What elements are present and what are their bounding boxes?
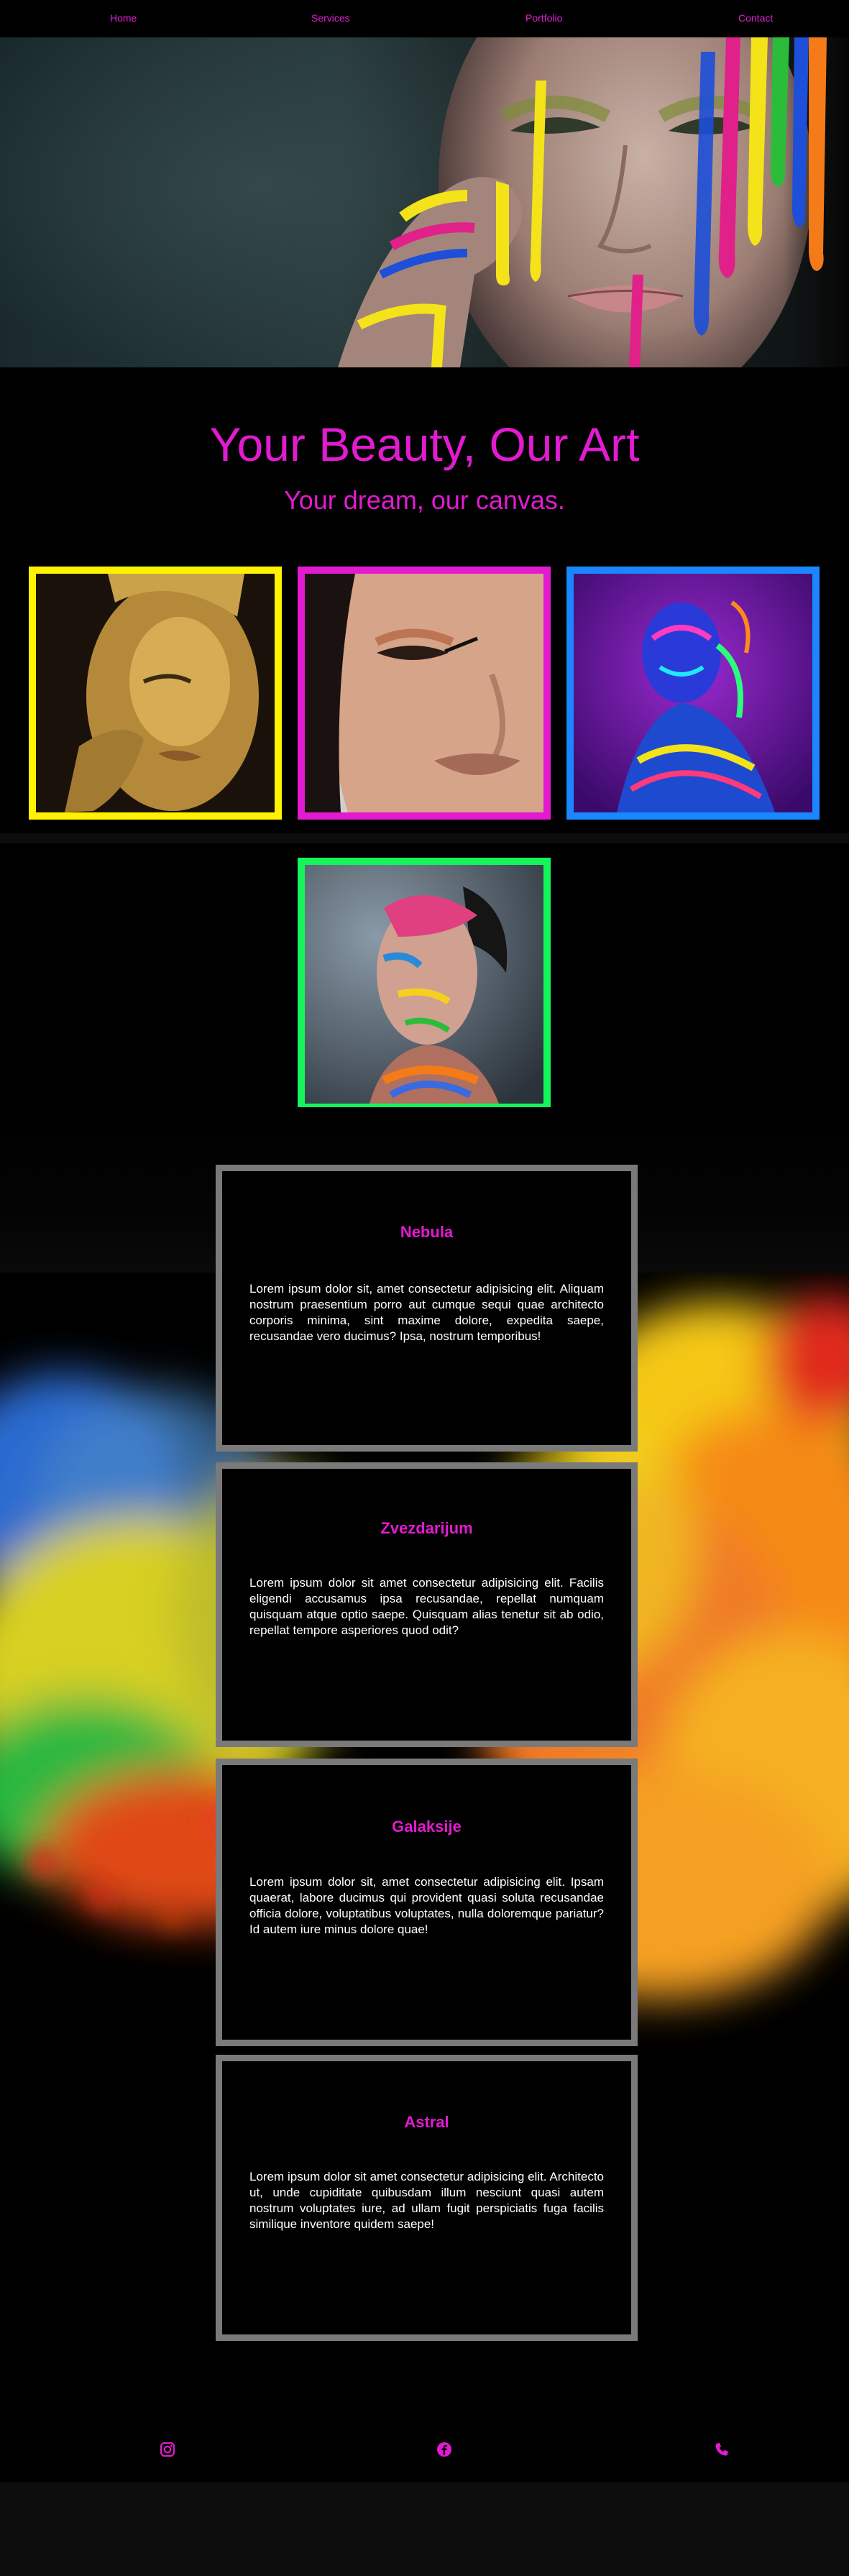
- card-text: Lorem ipsum dolor sit amet consectetur a…: [249, 2170, 604, 2231]
- card-text: Lorem ipsum dolor sit, amet consectetur …: [249, 1875, 604, 1936]
- facebook-icon[interactable]: [436, 2442, 452, 2457]
- hero-face-paint-image: [338, 37, 849, 367]
- info-card-zvezdarijum: Zvezdarijum Lorem ipsum dolor sit amet c…: [216, 1462, 638, 1747]
- card-title: Nebula: [400, 1223, 454, 1241]
- phone-icon[interactable]: [714, 2442, 730, 2457]
- glam-eyeliner-portrait-image: [305, 574, 543, 812]
- gallery-item-glam-eyeliner[interactable]: [298, 567, 551, 820]
- nav-link-services[interactable]: Services: [311, 12, 350, 24]
- multicolor-face-paint-image: [305, 865, 543, 1104]
- page-title: Your Beauty, Our Art: [209, 418, 640, 471]
- card-text: Lorem ipsum dolor sit, amet consectetur …: [249, 1282, 604, 1343]
- nav-link-portfolio[interactable]: Portfolio: [526, 12, 562, 24]
- card-title: Zvezdarijum: [380, 1519, 473, 1537]
- info-card-galaksije: Galaksije Lorem ipsum dolor sit, amet co…: [216, 1759, 638, 2046]
- nav-link-contact[interactable]: Contact: [738, 12, 773, 24]
- gold-makeup-portrait-image: [36, 574, 275, 812]
- info-card-nebula: Nebula Lorem ipsum dolor sit, amet conse…: [216, 1165, 638, 1452]
- card-text: Lorem ipsum dolor sit amet consectetur a…: [249, 1576, 604, 1637]
- neon-uv-body-paint-image: [574, 574, 812, 812]
- hero-banner: [0, 37, 849, 367]
- gallery-item-neon-body-paint[interactable]: [566, 567, 820, 820]
- gallery-item-multicolor-face[interactable]: [298, 858, 551, 1111]
- footer-bottom-bar: [0, 2482, 849, 2576]
- card-title: Astral: [404, 2113, 449, 2131]
- top-navigation: Home Services Portfolio Contact: [0, 0, 849, 37]
- card-title: Galaksije: [392, 1818, 462, 1835]
- instagram-icon[interactable]: [160, 2442, 175, 2457]
- info-card-astral: Astral Lorem ipsum dolor sit amet consec…: [216, 2055, 638, 2341]
- nav-link-home[interactable]: Home: [110, 12, 137, 24]
- page-subtitle: Your dream, our canvas.: [284, 485, 565, 515]
- gallery-divider: [0, 833, 849, 843]
- gallery-item-gold-makeup[interactable]: [29, 567, 282, 820]
